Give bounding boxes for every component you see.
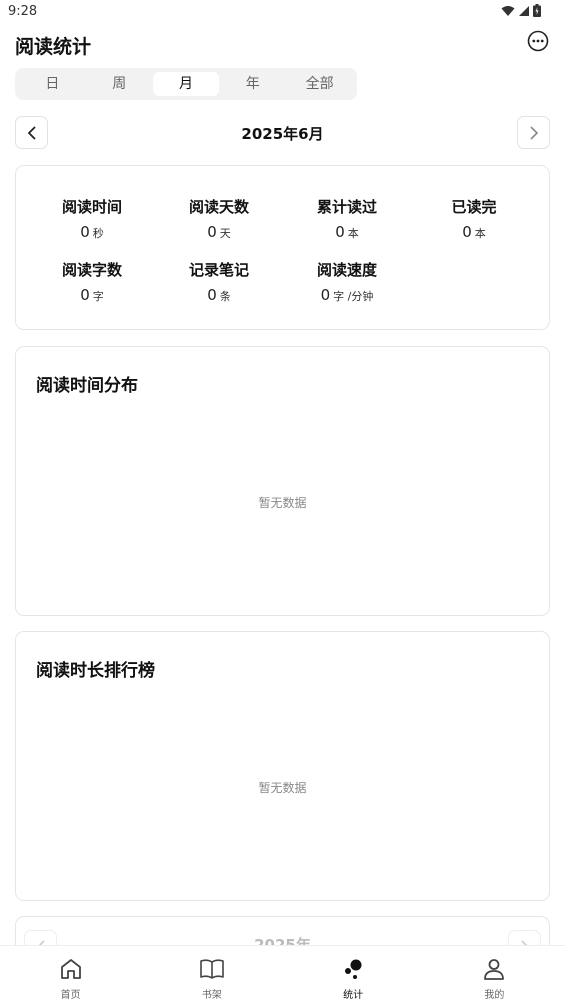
stat-value: 0 (80, 223, 90, 241)
stat-unit: 字 (92, 290, 104, 303)
stat-value: 0 (462, 223, 472, 241)
empty-state-text: 暂无数据 (258, 781, 307, 795)
period-label: 2025年6月 (241, 125, 324, 143)
nav-bookshelf[interactable]: 书架 (141, 946, 282, 1004)
stat-notes: 记录笔记 0条 (154, 259, 284, 304)
card-title: 阅读时长排行榜 (36, 661, 155, 681)
stat-unit: 本 (347, 227, 359, 240)
stat-value: 0 (320, 286, 331, 304)
stat-words-read: 阅读字数 0字 (27, 259, 157, 304)
stat-unit: 字 /分钟 (333, 290, 374, 303)
nav-label: 统计 (343, 990, 364, 1001)
stat-unit: 秒 (92, 227, 104, 240)
status-bar: 9:28 (0, 0, 565, 24)
stat-unit: 天 (219, 227, 231, 240)
stat-unit: 条 (219, 290, 231, 303)
stat-reading-speed: 阅读速度 0字 /分钟 (282, 259, 412, 304)
empty-state-text: 暂无数据 (258, 496, 307, 510)
stat-value: 0 (207, 286, 217, 304)
reading-distribution-card: 阅读时间分布 暂无数据 (15, 346, 550, 616)
profile-icon (484, 959, 505, 980)
tab-year[interactable]: 年 (219, 72, 286, 96)
stat-value: 0 (80, 286, 90, 304)
stat-value: 0 (335, 223, 345, 241)
stat-reading-days: 阅读天数 0天 (154, 196, 284, 241)
nav-stats[interactable]: 统计 (283, 946, 424, 1004)
tab-month[interactable]: 月 (152, 72, 220, 96)
stat-label: 阅读天数 (188, 198, 249, 216)
nav-home[interactable]: 首页 (0, 946, 141, 1004)
chevron-right-icon (529, 125, 538, 140)
stats-icon (345, 959, 362, 979)
period-tabs: 日 周 月 年 全部 (15, 68, 357, 100)
stat-books-read: 累计读过 0本 (282, 196, 412, 241)
app-bar: 阅读统计 (0, 24, 565, 64)
stat-books-finished: 已读完 0本 (409, 196, 539, 241)
status-time: 9:28 (8, 4, 38, 19)
period-navigator: 2025年6月 (15, 116, 550, 150)
next-period-button[interactable] (517, 116, 550, 149)
tab-day[interactable]: 日 (19, 72, 86, 96)
stat-value: 0 (207, 223, 217, 241)
stat-unit: 本 (474, 227, 486, 240)
stats-card: 阅读时间 0秒 阅读天数 0天 累计读过 0本 已读完 0本 阅读字数 0字 记… (15, 165, 550, 330)
stat-label: 记录笔记 (188, 261, 249, 279)
bottom-navigation: 首页 书架 统计 我的 (0, 945, 565, 1004)
stat-label: 累计读过 (316, 198, 377, 216)
page-title: 阅读统计 (15, 36, 92, 58)
nav-label: 首页 (60, 990, 81, 1001)
tab-week[interactable]: 周 (86, 72, 153, 96)
stat-label: 阅读时间 (61, 198, 122, 216)
tab-all[interactable]: 全部 (286, 72, 353, 96)
stat-label: 阅读速度 (316, 261, 377, 279)
reading-ranking-card: 阅读时长排行榜 暂无数据 (15, 631, 550, 901)
stat-label: 已读完 (451, 198, 497, 216)
signal-icon (519, 5, 529, 16)
nav-label: 书架 (201, 990, 222, 1001)
home-icon (60, 959, 81, 979)
battery-icon (533, 4, 541, 17)
book-icon (200, 959, 224, 979)
wifi-icon (501, 5, 515, 16)
more-options-icon[interactable] (527, 30, 549, 52)
nav-profile[interactable]: 我的 (424, 946, 565, 1004)
stat-reading-time: 阅读时间 0秒 (27, 196, 157, 241)
nav-label: 我的 (484, 990, 505, 1001)
stat-label: 阅读字数 (61, 261, 122, 279)
system-icons (501, 4, 541, 17)
card-title: 阅读时间分布 (36, 376, 138, 396)
